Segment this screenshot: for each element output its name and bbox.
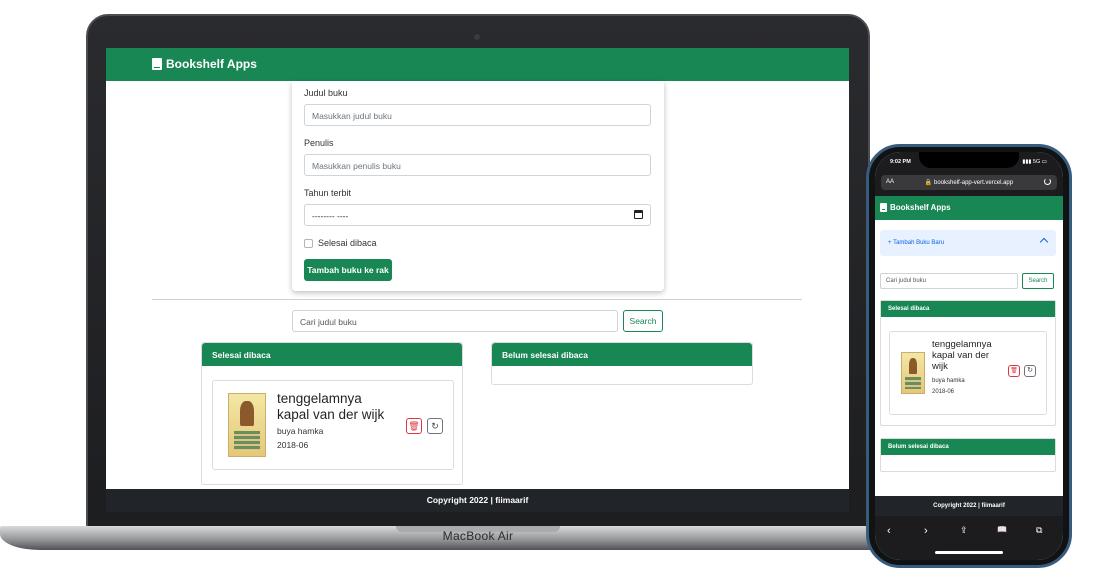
laptop-camera: [474, 34, 480, 40]
browser-toolbar: ‹ › ⇪ 📖 ⧉: [875, 516, 1063, 560]
forward-icon[interactable]: ›: [924, 525, 928, 537]
undo-icon[interactable]: ↻: [427, 418, 443, 434]
year-input[interactable]: -------- ----: [304, 204, 651, 226]
back-icon[interactable]: ‹: [887, 525, 891, 537]
phone-unfinished-shelf-header: Belum selesai dibaca: [881, 439, 1055, 455]
phone-search-input[interactable]: Cari judul buku: [880, 273, 1018, 289]
phone-book-cover-image: [901, 352, 925, 394]
book-cover-image: [228, 393, 266, 457]
title-label: Judul buku: [304, 88, 348, 98]
navbar: Bookshelf Apps: [106, 48, 849, 81]
chevron-up-icon: [1039, 237, 1049, 247]
phone-brand[interactable]: Bookshelf Apps: [880, 203, 951, 212]
year-label: Tahun terbit: [304, 188, 352, 198]
finished-checkbox[interactable]: [304, 238, 313, 248]
unfinished-shelf-header: Belum selesai dibaca: [492, 343, 752, 366]
brand-label: Bookshelf Apps: [166, 57, 257, 71]
book-title: tenggelamnya kapal van der wijk: [277, 391, 385, 422]
phone-footer: Copyright 2022 | fiimaarif: [875, 496, 1063, 516]
share-icon[interactable]: ⇪: [960, 525, 968, 536]
phone-book-author: buya hamka: [932, 378, 965, 384]
phone-screen: 9:02 PM ▮▮▮ 5G ▭ AA 🔒 bookshelf-app-vert…: [875, 152, 1063, 560]
add-book-accordion[interactable]: + Tambah Buku Baru: [880, 230, 1056, 256]
reload-icon[interactable]: [1044, 178, 1051, 185]
phone-finished-shelf: Selesai dibaca tenggelamnya kapal van de…: [880, 300, 1056, 426]
phone-finished-shelf-header: Selesai dibaca: [881, 301, 1055, 317]
divider: [152, 299, 802, 300]
finished-shelf: Selesai dibaca tenggelamnya kapal van de…: [201, 342, 463, 485]
phone-book-year: 2018-06: [932, 389, 955, 395]
add-book-button[interactable]: Tambah buku ke rak: [304, 259, 392, 281]
finished-shelf-header: Selesai dibaca: [202, 343, 462, 366]
year-value: -------- ----: [312, 211, 349, 221]
brand[interactable]: Bookshelf Apps: [152, 57, 257, 71]
book-year: 2018-06: [277, 440, 309, 450]
accordion-label: + Tambah Buku Baru: [888, 240, 945, 246]
browser-top-bar: 9:02 PM ▮▮▮ 5G ▭ AA 🔒 bookshelf-app-vert…: [875, 152, 1063, 196]
book-card: tenggelamnya kapal van der wijk buya ham…: [212, 380, 454, 470]
phone-book-title: tenggelamnya kapal van der wijk: [932, 339, 992, 372]
tabs-icon[interactable]: ⧉: [1036, 525, 1042, 536]
phone-search-button[interactable]: Search: [1022, 273, 1054, 289]
finished-checkbox-label: Selesai dibaca: [318, 238, 377, 248]
search-input[interactable]: Cari judul buku: [292, 310, 618, 332]
status-time: 9:02 PM: [890, 159, 911, 165]
author-label: Penulis: [304, 138, 334, 148]
phone-trash-icon[interactable]: 🗑: [1008, 365, 1020, 377]
add-book-form: Judul buku Masukkan judul buku Penulis M…: [292, 81, 664, 291]
unfinished-shelf: Belum selesai dibaca: [491, 342, 753, 385]
calendar-icon[interactable]: [634, 210, 643, 219]
phone-unfinished-shelf: Belum selesai dibaca: [880, 438, 1056, 472]
phone-undo-icon[interactable]: ↻: [1024, 365, 1036, 377]
book-author: buya hamka: [277, 426, 324, 436]
finished-checkbox-row[interactable]: Selesai dibaca: [304, 238, 377, 248]
title-input[interactable]: Masukkan judul buku: [304, 104, 651, 126]
status-icons: ▮▮▮ 5G ▭: [1022, 159, 1047, 165]
book-icon: [152, 58, 162, 70]
book-icon: [880, 203, 887, 212]
trash-icon[interactable]: 🗑: [406, 418, 422, 434]
home-indicator: [935, 551, 1003, 554]
phone-notch: [919, 152, 1019, 168]
search-button[interactable]: Search: [623, 310, 663, 332]
phone-book-card: tenggelamnya kapal van der wijk buya ham…: [889, 331, 1047, 415]
author-input[interactable]: Masukkan penulis buku: [304, 154, 651, 176]
url-bar[interactable]: AA 🔒 bookshelf-app-vert.vercel.app: [881, 175, 1057, 190]
bookmarks-icon[interactable]: 📖: [997, 525, 1007, 534]
phone-brand-label: Bookshelf Apps: [890, 203, 951, 212]
footer: Copyright 2022 | fiimaarif: [106, 489, 849, 512]
url-text: 🔒 bookshelf-app-vert.vercel.app: [924, 180, 1014, 186]
laptop-model-label: MacBook Air: [442, 529, 514, 543]
laptop-screen: Bookshelf Apps Judul buku Masukkan judul…: [106, 48, 849, 512]
phone-navbar: Bookshelf Apps: [875, 196, 1063, 220]
